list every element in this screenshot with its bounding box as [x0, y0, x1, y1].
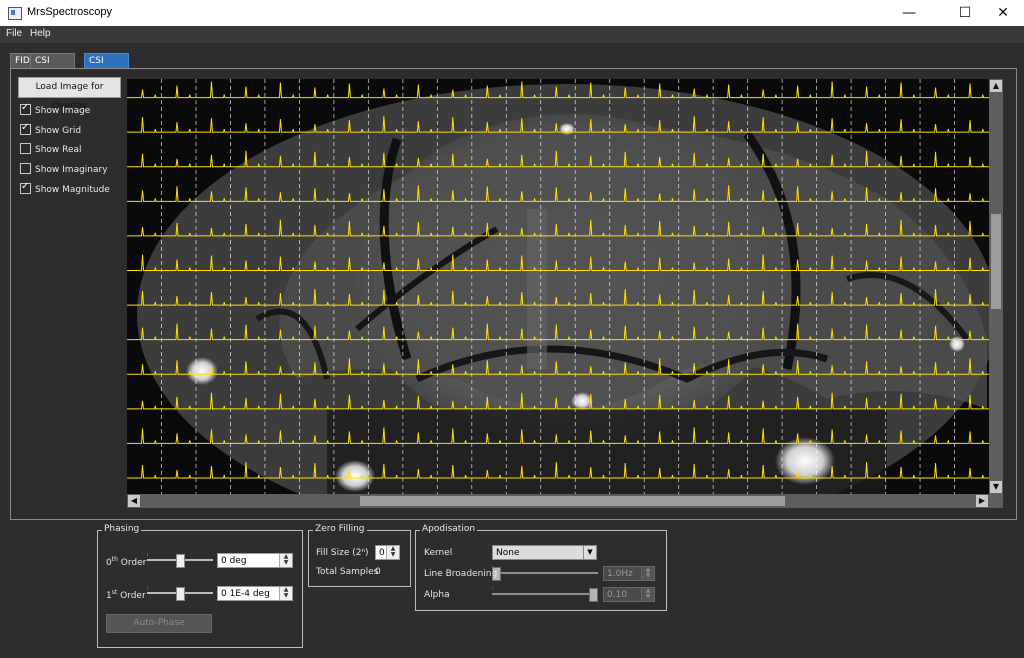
title-bar: MrsSpectroscopy — ☐ ✕	[0, 0, 1024, 27]
apodisation-title: Apodisation	[420, 524, 478, 534]
zero-filling-title: Zero Filling	[313, 524, 367, 534]
kernel-label: Kernel	[424, 548, 453, 558]
fill-size-label: Fill Size (2ⁿ)	[316, 548, 369, 558]
spin-arrows-icon[interactable]: ▲ ▼	[386, 546, 399, 559]
scroll-right-icon[interactable]: ▶	[976, 495, 988, 507]
fill-size-input[interactable]: 0 ▲ ▼	[375, 545, 400, 560]
minimize-button[interactable]: —	[886, 0, 932, 26]
slider-handle[interactable]	[175, 587, 185, 601]
alpha-input[interactable]: 0.10 ▲ ▼	[603, 587, 655, 602]
overlay-canvas	[127, 79, 989, 494]
checkbox-label: Show Magnitude	[35, 185, 110, 195]
horizontal-scrollbar[interactable]: ◀ ▶	[127, 494, 1003, 508]
zero-order-label: 0th Order	[106, 556, 147, 568]
show-image-checkbox[interactable]: Show Image	[20, 102, 91, 116]
checkbox-label: Show Imaginary	[35, 165, 108, 175]
line-broadening-input[interactable]: 1.0Hz ▲ ▼	[603, 566, 655, 581]
overlay-viewport[interactable]	[127, 79, 989, 494]
checkbox-box	[20, 122, 31, 135]
checkbox-box	[20, 102, 31, 115]
spin-arrows-icon[interactable]: ▲ ▼	[641, 567, 654, 580]
checkbox-label: Show Image	[35, 106, 91, 116]
checkbox-label: Show Grid	[35, 126, 82, 136]
zero-order-input[interactable]: 0 deg ▲ ▼	[217, 553, 293, 568]
close-button[interactable]: ✕	[980, 0, 1024, 26]
first-order-slider[interactable]	[147, 586, 213, 601]
checkbox-box	[20, 163, 31, 174]
spin-arrows-icon[interactable]: ▲ ▼	[279, 554, 292, 567]
zero-order-slider[interactable]	[147, 553, 213, 568]
first-order-input[interactable]: 0 1E-4 deg ▲ ▼	[217, 586, 293, 601]
window-title: MrsSpectroscopy	[27, 6, 112, 18]
alpha-label: Alpha	[424, 590, 450, 600]
menu-bar: File Help	[0, 26, 1024, 43]
line-broadening-label: Line Broadening	[424, 569, 498, 579]
show-imaginary-checkbox[interactable]: Show Imaginary	[20, 163, 108, 175]
scroll-left-icon[interactable]: ◀	[128, 495, 140, 507]
line-broadening-slider[interactable]	[492, 566, 598, 581]
app-icon	[8, 7, 22, 20]
kernel-select[interactable]: None ▼	[492, 545, 597, 560]
checkbox-box	[20, 143, 31, 154]
checkbox-label: Show Real	[35, 145, 82, 155]
slider-handle[interactable]	[175, 554, 185, 568]
first-order-label: 1st Order	[106, 589, 146, 601]
scroll-up-icon[interactable]: ▲	[990, 80, 1002, 92]
auto-phase-button[interactable]: Auto-Phase	[106, 614, 212, 633]
alpha-slider[interactable]	[492, 587, 598, 602]
spin-arrows-icon[interactable]: ▲ ▼	[279, 587, 292, 600]
vertical-scroll-thumb[interactable]	[991, 214, 1001, 309]
show-real-checkbox[interactable]: Show Real	[20, 143, 82, 155]
checkbox-box	[20, 181, 31, 194]
scroll-down-icon[interactable]: ▼	[990, 481, 1002, 493]
vertical-scrollbar[interactable]: ▲ ▼	[989, 79, 1003, 494]
slider-handle[interactable]	[492, 567, 501, 581]
show-grid-checkbox[interactable]: Show Grid	[20, 122, 82, 136]
chevron-down-icon: ▼	[583, 546, 596, 559]
mri-image	[127, 79, 989, 494]
total-samples-label: Total Samples	[316, 567, 379, 577]
menu-file[interactable]: File	[6, 28, 22, 39]
show-magnitude-checkbox[interactable]: Show Magnitude	[20, 181, 110, 195]
menu-help[interactable]: Help	[30, 28, 51, 39]
phasing-title: Phasing	[102, 524, 142, 534]
slider-handle[interactable]	[589, 588, 598, 602]
total-samples-value: 0	[375, 567, 381, 577]
horizontal-scroll-thumb[interactable]	[360, 496, 785, 506]
spin-arrows-icon[interactable]: ▲ ▼	[641, 588, 654, 601]
load-image-button[interactable]: Load Image for Overlay	[18, 77, 121, 111]
